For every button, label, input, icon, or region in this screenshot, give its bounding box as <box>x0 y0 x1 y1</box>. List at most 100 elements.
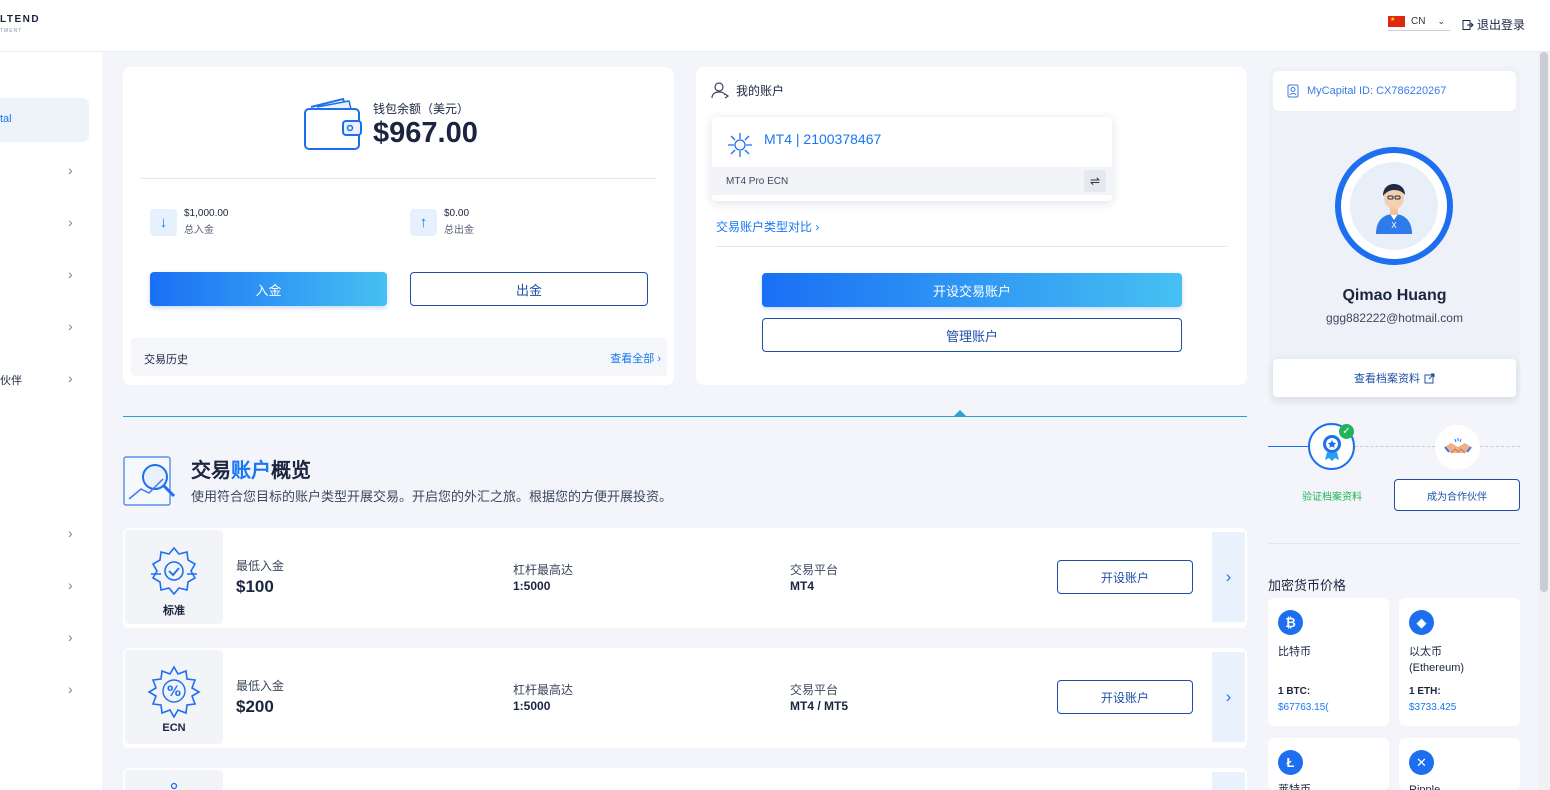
compare-account-types-link[interactable]: 交易账户类型对比 › <box>716 218 819 235</box>
mycapital-id: MyCapital ID: CX786220267 <box>1307 85 1447 97</box>
sidebar-item[interactable]: › <box>0 629 89 649</box>
view-profile-label: 查看档案资料 <box>1354 373 1420 385</box>
sidebar-item[interactable]: › <box>0 266 89 286</box>
scrollbar[interactable] <box>1538 52 1550 790</box>
view-all-link[interactable]: 查看全部 › <box>610 350 661 366</box>
chevron-right-icon: › <box>68 629 73 645</box>
crypto-pair: 1 BTC: <box>1278 686 1311 697</box>
step-line <box>1268 446 1308 447</box>
withdraw-total-value: $0.00 <box>444 208 470 219</box>
crypto-card-eth[interactable]: ◆ 以太币 (Ethereum) 1 ETH: $3733.425 <box>1399 598 1520 726</box>
section-pointer <box>954 410 966 416</box>
sidebar-item[interactable]: › <box>0 525 89 545</box>
brand-logo[interactable]: LTEND TMENT <box>0 14 40 34</box>
platform-value: MT4 <box>790 579 814 593</box>
view-profile-button[interactable]: 查看档案资料 <box>1273 359 1516 397</box>
logout-button[interactable]: 退出登录 <box>1462 16 1525 33</box>
chevron-right-icon: › <box>68 266 73 282</box>
step-line <box>1355 446 1435 447</box>
account-type: MT4 Pro ECN <box>726 176 789 187</box>
deposit-button[interactable]: 入金 <box>150 272 387 306</box>
chevron-right-icon: › <box>68 318 73 334</box>
my-account-card: 我的账户 MT4 | 2100378467 MT4 Pro ECN ⇌ 交易账户… <box>696 67 1247 385</box>
leverage-label: 杠杆最高达 <box>513 683 574 697</box>
arrow-up-icon: ↑ <box>410 208 437 236</box>
divider <box>1268 543 1520 544</box>
min-deposit-label: 最低入金 <box>236 679 285 693</box>
become-partner-button[interactable]: 成为合作伙伴 <box>1394 479 1520 511</box>
sidebar-item[interactable]: › <box>0 162 89 182</box>
chevron-right-icon: › <box>68 162 73 178</box>
svg-text:X: X <box>1391 221 1397 230</box>
brand-tagline: TMENT <box>0 28 23 34</box>
my-account-title: 我的账户 <box>710 81 784 99</box>
sidebar-item[interactable]: › <box>0 318 89 338</box>
tier-name: 标准 <box>163 605 185 617</box>
user-icon <box>711 82 730 99</box>
language-selector[interactable]: CN ⌄ <box>1388 16 1450 31</box>
account-tier-standard: 标准 最低入金 $100 杠杆最高达 1:5000 交易平台 MT4 开设账户 … <box>123 528 1247 628</box>
manage-account-button[interactable]: 管理账户 <box>762 318 1182 352</box>
wallet-balance-label: 钱包余额（美元） <box>373 102 470 116</box>
deposit-total-label: 总入金 <box>184 225 214 236</box>
chevron-right-icon[interactable]: › <box>1212 652 1245 742</box>
deposit-total: ↓ $1,000.00 总入金 <box>150 208 229 236</box>
china-flag-icon <box>1388 16 1405 27</box>
crypto-card-btc[interactable]: ₿ 比特币 1 BTC: $67763.15( <box>1268 598 1389 726</box>
account-card[interactable]: MT4 | 2100378467 MT4 Pro ECN ⇌ <box>712 117 1112 201</box>
tier-arrow-panel[interactable] <box>1212 772 1245 790</box>
tier-badge: % ECN <box>125 650 223 744</box>
chevron-right-icon: › <box>68 681 73 697</box>
crypto-card-xrp[interactable]: ✕ Ripple <box>1399 738 1520 790</box>
open-account-button[interactable]: 开设账户 <box>1057 680 1193 714</box>
overview-description: 使用符合您目标的账户类型开展交易。开启您的外汇之旅。根据您的方便开展投资。 <box>191 489 673 504</box>
logout-label: 退出登录 <box>1477 18 1526 32</box>
sidebar-item-active[interactable]: tal <box>0 98 89 142</box>
sidebar-item-label: tal <box>0 113 12 125</box>
crypto-name: 比特币 <box>1278 646 1311 658</box>
crypto-price: $67763.15( <box>1278 702 1329 713</box>
partner-step[interactable] <box>1435 425 1480 470</box>
min-deposit-label: 最低入金 <box>236 559 285 573</box>
leverage-value: 1:5000 <box>513 699 551 713</box>
switch-account-icon[interactable]: ⇌ <box>1084 170 1106 192</box>
profile-panel: MyCapital ID: CX786220267 X Qimao Huang … <box>1269 67 1520 405</box>
withdraw-total: ↑ $0.00 总出金 <box>410 208 474 236</box>
crypto-name: 莱特币 <box>1278 784 1311 790</box>
sidebar-item-partner[interactable]: 伙伴 › <box>0 370 89 390</box>
withdraw-total-label: 总出金 <box>444 225 474 236</box>
crypto-name: Ripple <box>1409 784 1441 790</box>
ecn-badge-icon: % <box>147 665 201 718</box>
account-platform-icon <box>728 133 752 157</box>
transaction-history-label: 交易历史 <box>144 354 188 366</box>
overview-title: 交易账户概览 <box>191 460 311 482</box>
tier-badge: 标准 <box>125 530 223 624</box>
language-code: CN <box>1411 16 1426 27</box>
sidebar-item[interactable]: › <box>0 577 89 597</box>
standard-badge-icon <box>151 546 197 596</box>
step-line <box>1480 446 1520 447</box>
crypto-name: 以太币 (Ethereum) <box>1409 646 1465 674</box>
scrollbar-thumb[interactable] <box>1540 52 1548 592</box>
account-tier-ecn: % ECN 最低入金 $200 杠杆最高达 1:5000 交易平台 MT4 / … <box>123 648 1247 748</box>
sidebar-item[interactable]: › <box>0 681 89 701</box>
litecoin-icon: Ł <box>1278 750 1303 775</box>
wallet-balance-amount: $967.00 <box>373 117 478 149</box>
open-trading-account-button[interactable]: 开设交易账户 <box>762 273 1182 307</box>
tier-name: ECN <box>162 722 186 734</box>
platform-label: 交易平台 <box>790 683 839 697</box>
profile-name: Qimao Huang <box>1342 287 1447 304</box>
external-edit-icon <box>1424 373 1435 383</box>
sidebar-item[interactable]: › <box>0 214 89 234</box>
avatar: X <box>1335 147 1453 265</box>
platform-value: MT4 / MT5 <box>790 699 849 713</box>
location-pin-icon <box>170 782 178 790</box>
chevron-right-icon: › <box>68 214 73 230</box>
crypto-card-ltc[interactable]: Ł 莱特币 <box>1268 738 1389 790</box>
open-account-button[interactable]: 开设账户 <box>1057 560 1193 594</box>
crypto-prices-title: 加密货币价格 <box>1268 578 1347 593</box>
analytics-icon <box>123 456 176 506</box>
withdraw-button[interactable]: 出金 <box>410 272 648 306</box>
chevron-right-icon[interactable]: › <box>1212 532 1245 622</box>
transaction-history-bar: 交易历史 查看全部 › <box>131 338 667 376</box>
